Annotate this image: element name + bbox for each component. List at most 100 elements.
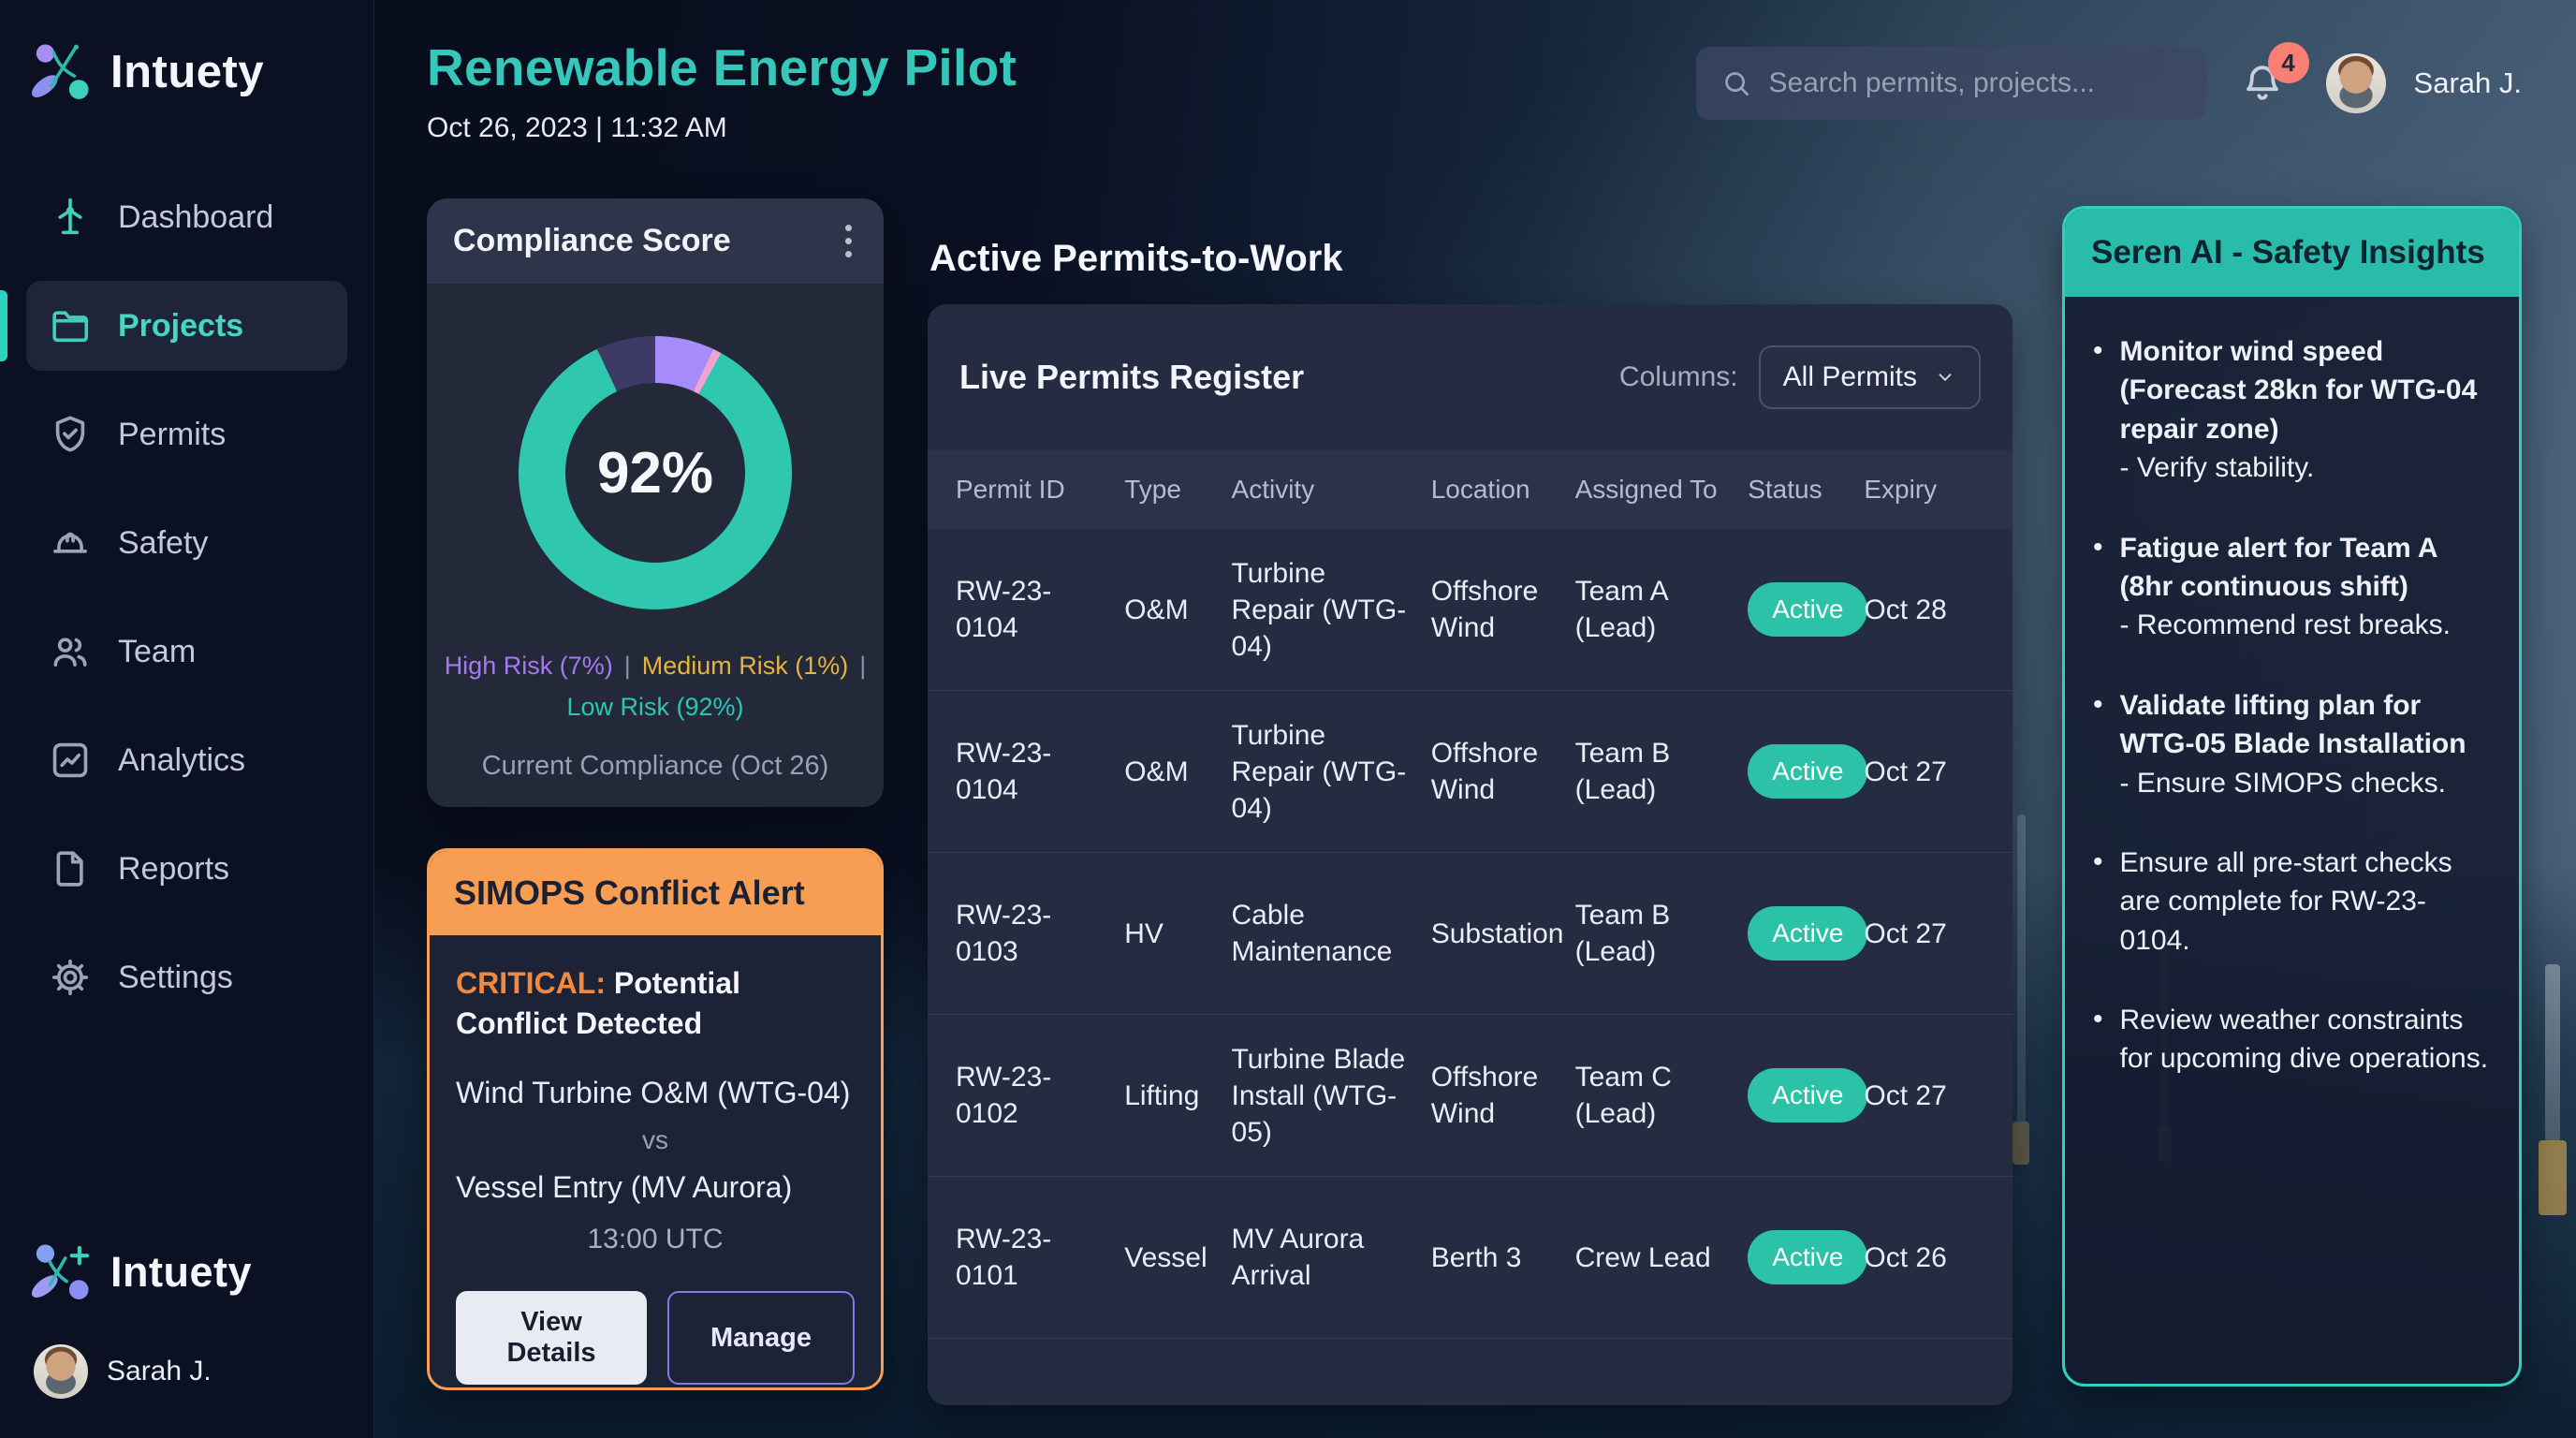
users-icon: [49, 630, 92, 673]
insight-item: • Validate lifting plan for WTG-05 Blade…: [2093, 686, 2491, 802]
page-title: Renewable Energy Pilot: [427, 37, 1017, 97]
insight-item: • Monitor wind speed (Forecast 28kn for …: [2093, 332, 2491, 488]
sidebar-item-projects[interactable]: Projects: [26, 281, 347, 371]
insight-title: Ensure all pre-start checks are complete…: [2120, 844, 2491, 960]
search-icon: [1720, 67, 1752, 99]
table-header-row: Permit ID Type Activity Location Assigne…: [928, 450, 2012, 529]
intuety-logo-icon: [32, 41, 94, 103]
topbar: Renewable Energy Pilot Oct 26, 2023 | 11…: [374, 0, 2576, 144]
status-badge: Active: [1748, 582, 1867, 637]
cell-assigned-to: Crew Lead: [1575, 1240, 1749, 1276]
app-root: Intuety Dashboard Projects Permits: [0, 0, 2576, 1438]
insight-title: Fatigue alert for Team A (8hr continuous…: [2120, 529, 2491, 607]
cell-expiry: Oct 28: [1864, 592, 1984, 628]
compliance-card-header: Compliance Score: [427, 198, 884, 284]
table-title: Live Permits Register: [959, 358, 1304, 397]
bullet-icon: •: [2093, 686, 2103, 802]
hard-hat-icon: [49, 521, 92, 565]
cell-activity: Turbine Repair (WTG-04): [1232, 717, 1431, 827]
gear-icon: [49, 956, 92, 999]
table-row[interactable]: RW-23-0104 O&M Turbine Repair (WTG-04) O…: [928, 529, 2012, 691]
kebab-menu-icon[interactable]: [840, 219, 857, 263]
search-box: [1696, 47, 2206, 120]
brand: Intuety: [32, 41, 347, 103]
cell-type: Vessel: [1124, 1240, 1231, 1276]
bullet-icon: •: [2093, 844, 2103, 960]
middle-column: Active Permits-to-Work Live Permits Regi…: [928, 198, 2012, 1405]
sidebar-nav: Dashboard Projects Permits Safety: [26, 172, 347, 1022]
sidebar-item-dashboard[interactable]: Dashboard: [26, 172, 347, 262]
wind-turbine-icon: [49, 196, 92, 239]
notifications-button[interactable]: 4: [2240, 61, 2285, 106]
cell-type: O&M: [1124, 754, 1231, 790]
view-details-button[interactable]: View Details: [456, 1291, 647, 1385]
seren-insights-list: • Monitor wind speed (Forecast 28kn for …: [2065, 297, 2519, 1155]
status-badge: Active: [1748, 744, 1867, 799]
table-row[interactable]: RW-23-0101 Vessel MV Aurora Arrival Bert…: [928, 1177, 2012, 1339]
sidebar-item-settings[interactable]: Settings: [26, 932, 347, 1022]
sidebar-item-label: Settings: [118, 960, 233, 996]
line-chart-icon: [49, 739, 92, 782]
avatar: [34, 1344, 88, 1399]
legend-item: Low Risk (92%): [566, 690, 743, 724]
notification-badge: 4: [2268, 42, 2309, 83]
status-badge: Active: [1748, 1230, 1867, 1284]
avatar[interactable]: [2326, 53, 2386, 113]
sidebar-user[interactable]: Sarah J.: [34, 1344, 347, 1399]
legend-item: High Risk (7%): [445, 649, 613, 682]
table-row[interactable]: RW-23-0104 O&M Turbine Repair (WTG-04) O…: [928, 691, 2012, 853]
manage-button[interactable]: Manage: [667, 1291, 855, 1385]
table-row[interactable]: RW-23-0103 HV Cable Maintenance Substati…: [928, 853, 2012, 1015]
topbar-right: 4 Sarah J.: [1696, 47, 2522, 120]
columns-dropdown[interactable]: All Permits: [1759, 345, 1981, 409]
brand-footer: Intuety: [32, 1241, 347, 1303]
cell-status: Active: [1748, 906, 1864, 961]
insight-title: Monitor wind speed (Forecast 28kn for WT…: [2120, 332, 2491, 448]
permits-section-title: Active Permits-to-Work: [929, 238, 2012, 280]
cell-location: Berth 3: [1431, 1240, 1575, 1276]
table-body: RW-23-0104 O&M Turbine Repair (WTG-04) O…: [928, 529, 2012, 1339]
brand-name: Intuety: [110, 1248, 252, 1297]
bullet-icon: •: [2093, 332, 2103, 488]
simops-time: 13:00 UTC: [456, 1224, 855, 1255]
cell-activity: MV Aurora Arrival: [1232, 1221, 1431, 1294]
sidebar-item-label: Permits: [118, 417, 226, 453]
simops-title: SIMOPS Conflict Alert: [430, 851, 881, 935]
insight-title: Review weather constraints for upcoming …: [2120, 1001, 2491, 1078]
cell-expiry: Oct 27: [1864, 916, 1984, 952]
cell-expiry: Oct 27: [1864, 1078, 1984, 1114]
bullet-icon: •: [2093, 529, 2103, 645]
simops-item-a: Wind Turbine O&M (WTG-04): [456, 1076, 855, 1110]
table-footer-space: [928, 1339, 2012, 1405]
table-row[interactable]: RW-23-0102 Lifting Turbine Blade Install…: [928, 1015, 2012, 1177]
cell-permit-id: RW-23-0101: [956, 1221, 1124, 1294]
simops-alert-card: SIMOPS Conflict Alert CRITICAL: Potentia…: [427, 848, 884, 1390]
columns-dropdown-value: All Permits: [1783, 361, 1917, 393]
sidebar-item-label: Analytics: [118, 742, 245, 779]
brand-name: Intuety: [110, 46, 264, 98]
content: Compliance Score 92% High Risk (7%): [374, 144, 2576, 1405]
column-header: Activity: [1232, 475, 1431, 505]
simops-critical-line: CRITICAL: Potential Conflict Detected: [456, 963, 855, 1044]
cell-location: Offshore Wind: [1431, 573, 1575, 646]
cell-expiry: Oct 27: [1864, 754, 1984, 790]
cell-location: Offshore Wind: [1431, 735, 1575, 808]
sidebar-item-label: Team: [118, 634, 196, 670]
table-card-header: Live Permits Register Columns: All Permi…: [928, 304, 2012, 450]
sidebar-item-permits[interactable]: Permits: [26, 389, 347, 479]
cell-type: O&M: [1124, 592, 1231, 628]
insight-item: • Ensure all pre-start checks are comple…: [2093, 844, 2491, 960]
compliance-card: Compliance Score 92% High Risk (7%): [427, 198, 884, 807]
sidebar-item-analytics[interactable]: Analytics: [26, 715, 347, 805]
seren-panel-title: Seren AI - Safety Insights: [2065, 209, 2519, 297]
cell-type: Lifting: [1124, 1078, 1231, 1114]
search-input[interactable]: [1769, 67, 2182, 99]
compliance-caption: Current Compliance (Oct 26): [427, 751, 884, 782]
cell-permit-id: RW-23-0102: [956, 1059, 1124, 1132]
simops-body: CRITICAL: Potential Conflict Detected Wi…: [430, 935, 881, 1390]
sidebar-item-team[interactable]: Team: [26, 607, 347, 697]
sidebar-item-safety[interactable]: Safety: [26, 498, 347, 588]
status-badge: Active: [1748, 906, 1867, 961]
column-header: Type: [1124, 475, 1231, 505]
sidebar-item-reports[interactable]: Reports: [26, 824, 347, 914]
